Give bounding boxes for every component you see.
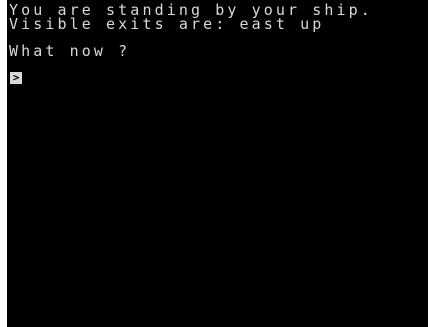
command-question: What now ? <box>9 42 131 60</box>
command-prompt-cursor[interactable]: > <box>10 72 22 84</box>
visible-exits: Visible exits are: east up <box>9 15 325 33</box>
game-screen[interactable]: You are standing by your ship. Visible e… <box>7 0 428 327</box>
